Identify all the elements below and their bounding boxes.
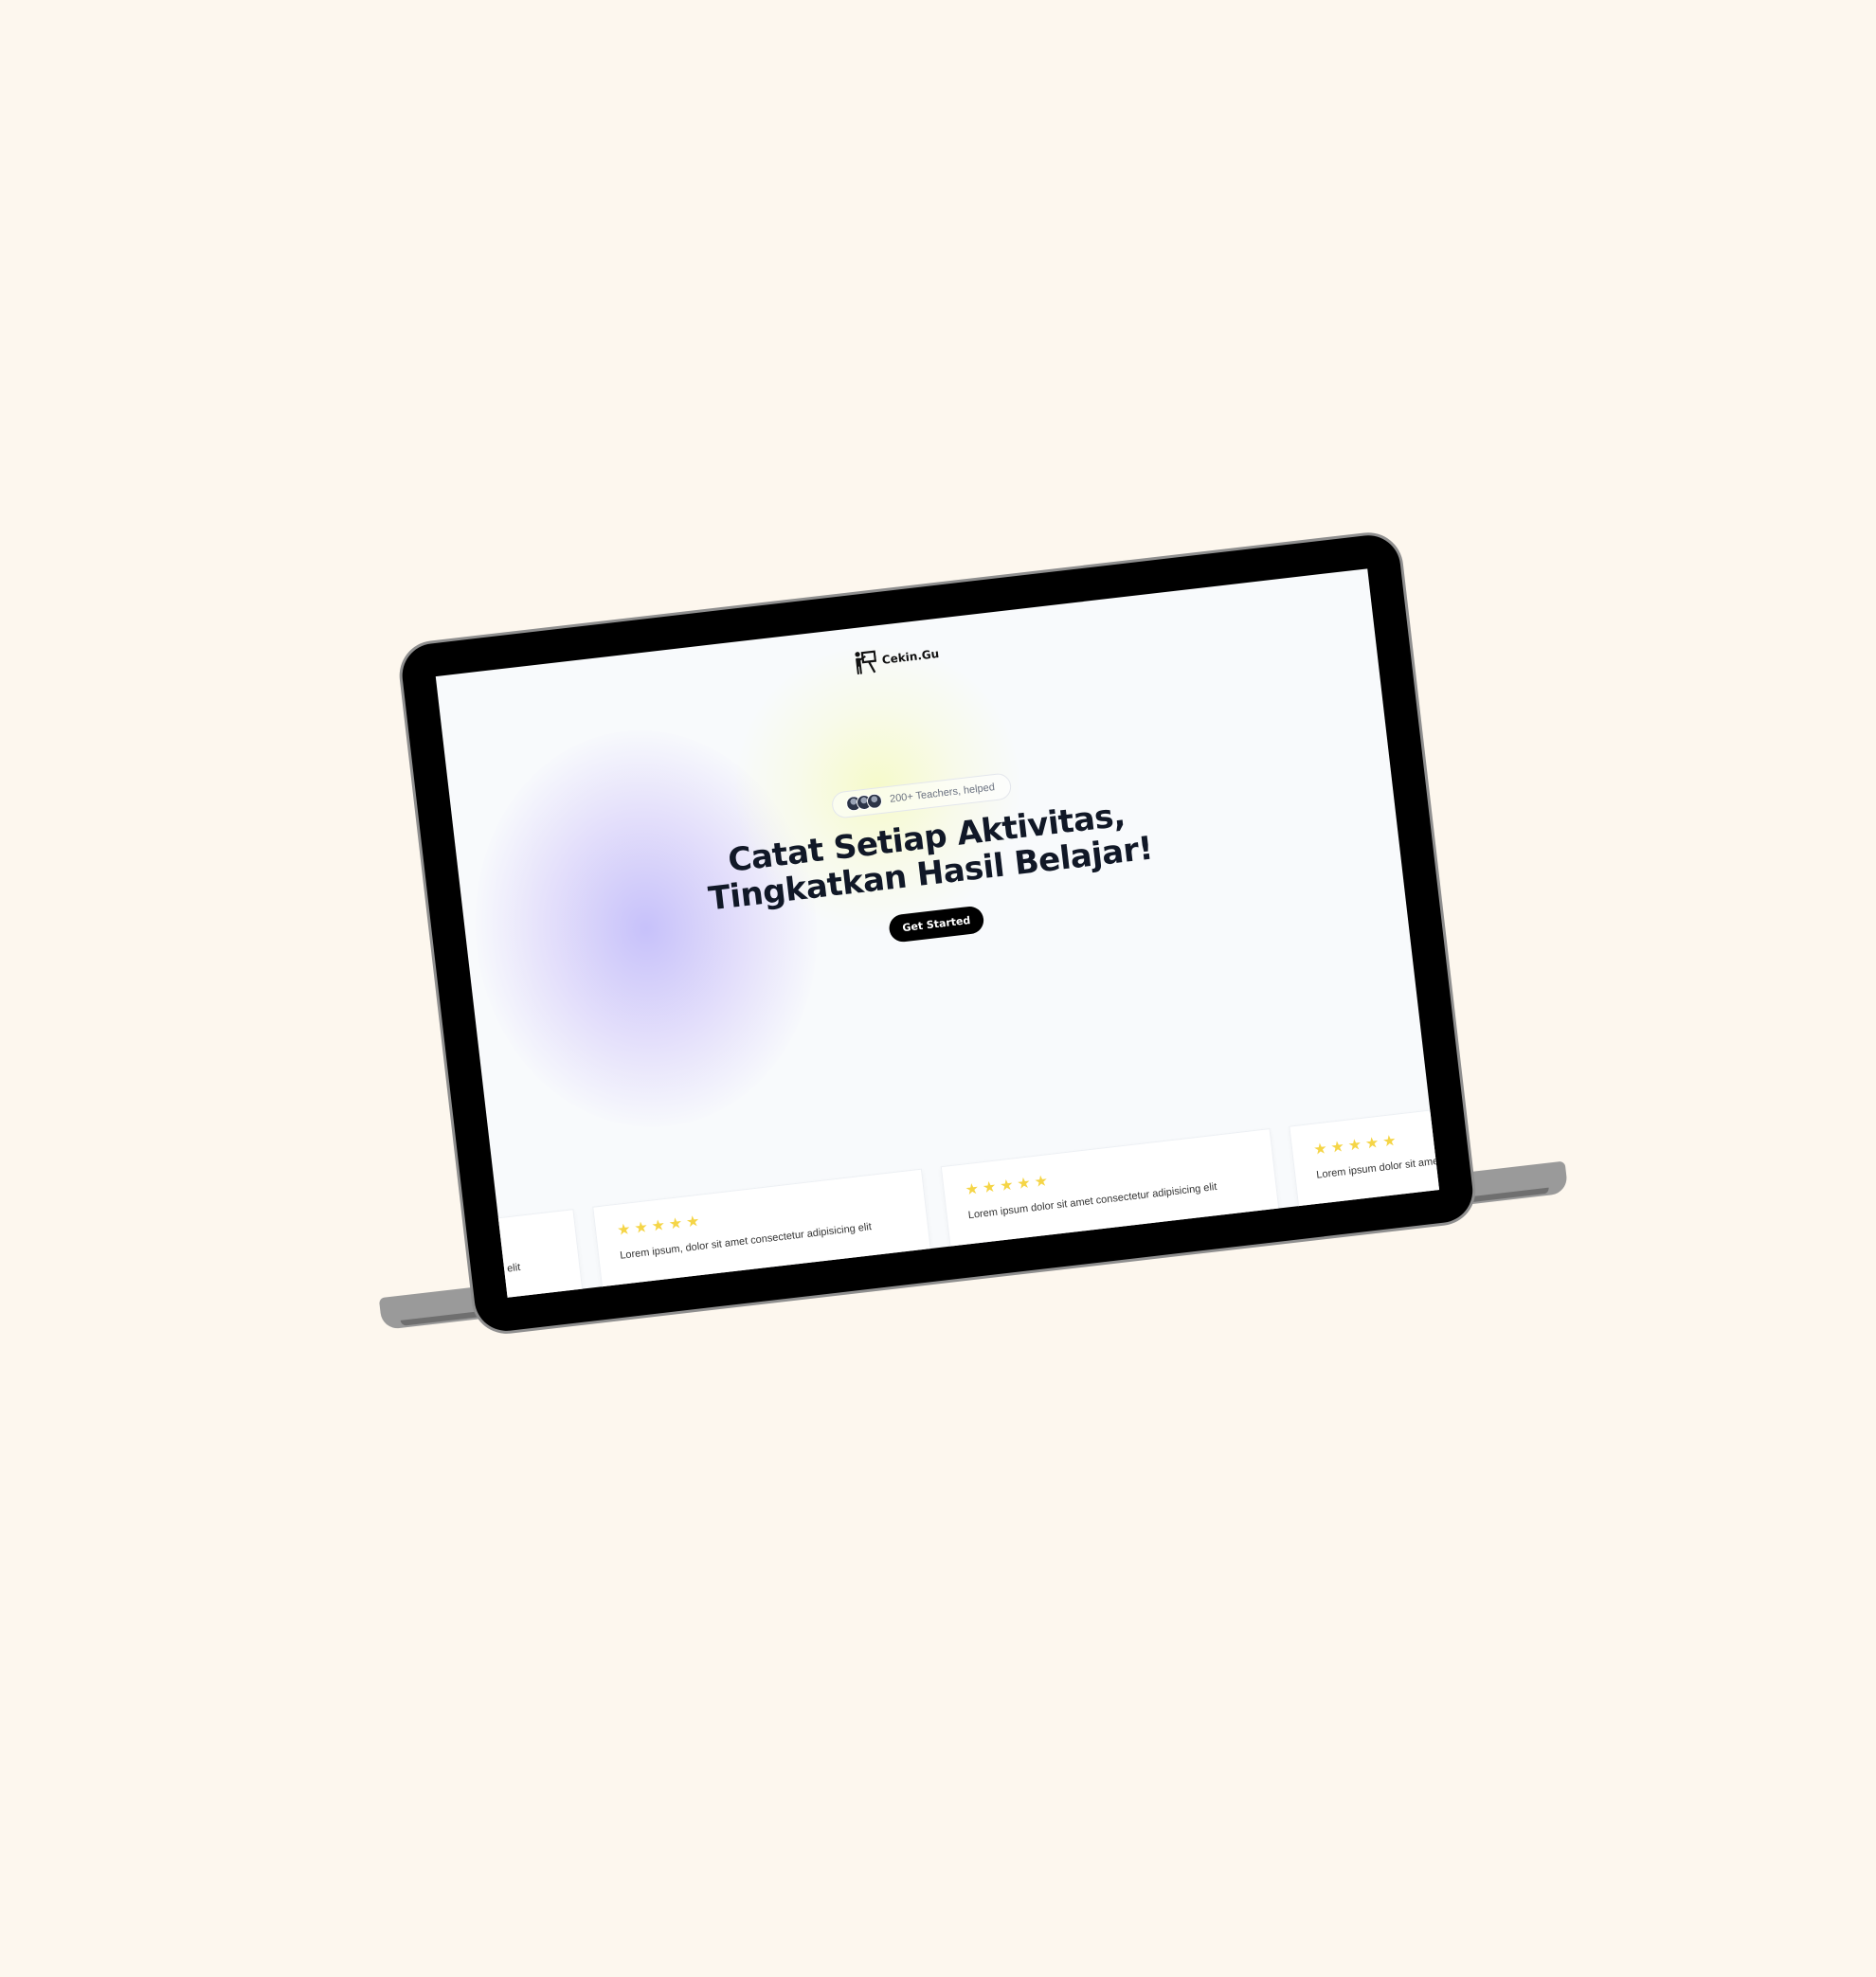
avatar (866, 792, 884, 810)
star-icon: ★ (1381, 1132, 1398, 1151)
star-rating: ★★★★★ (1312, 1110, 1440, 1159)
mockup-stage: Cekin.Gu 200+ Teachers, helped Catat Set… (0, 0, 1876, 1876)
reviews-carousel[interactable]: ★★★★★ Lorem ipsum dolor sit amet consect… (435, 1087, 1440, 1298)
social-proof-text: 200+ Teachers, helped (889, 782, 996, 805)
brand-name: Cekin.Gu (881, 646, 940, 667)
star-rating: ★★★★★ (436, 1231, 556, 1280)
laptop-mockup: Cekin.Gu 200+ Teachers, helped Catat Set… (0, 0, 1876, 1977)
star-icon: ★ (1346, 1137, 1363, 1155)
star-icon: ★ (1329, 1139, 1345, 1157)
star-icon: ★ (999, 1177, 1015, 1195)
laptop-lid: Cekin.Gu 200+ Teachers, helped Catat Set… (398, 531, 1476, 1335)
star-icon: ★ (650, 1217, 666, 1235)
star-icon: ★ (685, 1213, 701, 1231)
star-icon: ★ (1312, 1141, 1328, 1159)
star-icon: ★ (616, 1221, 632, 1239)
star-icon: ★ (982, 1178, 998, 1197)
laptop-screen: Cekin.Gu 200+ Teachers, helped Catat Set… (435, 568, 1440, 1298)
review-card: ★ ★ ★ ★ ★ Lorem ipsum, dolor sit amet consec… (592, 1168, 936, 1298)
star-icon: ★ (633, 1219, 649, 1237)
avatar-stack (845, 792, 884, 813)
teacher-at-board-icon (855, 650, 877, 674)
star-icon: ★ (668, 1215, 684, 1233)
star-icon: ★ (1364, 1135, 1380, 1153)
star-icon: ★ (964, 1180, 981, 1199)
review-card: ★★★★★ Lorem ipsum dolor sit amet consect… (435, 1209, 588, 1298)
review-card: ★★★★★ Lorem ipsum dolor sit amet consect… (940, 1128, 1285, 1289)
star-icon: ★ (1016, 1175, 1032, 1194)
review-card: ★★★★★ Lorem ipsum dolor sit amet consect… (1289, 1087, 1440, 1249)
star-icon: ★ (1033, 1173, 1049, 1191)
hero-headline: Catat Setiap Aktivitas, Tingkatkan Hasil… (702, 795, 1155, 919)
get-started-button[interactable]: Get Started (887, 905, 985, 944)
